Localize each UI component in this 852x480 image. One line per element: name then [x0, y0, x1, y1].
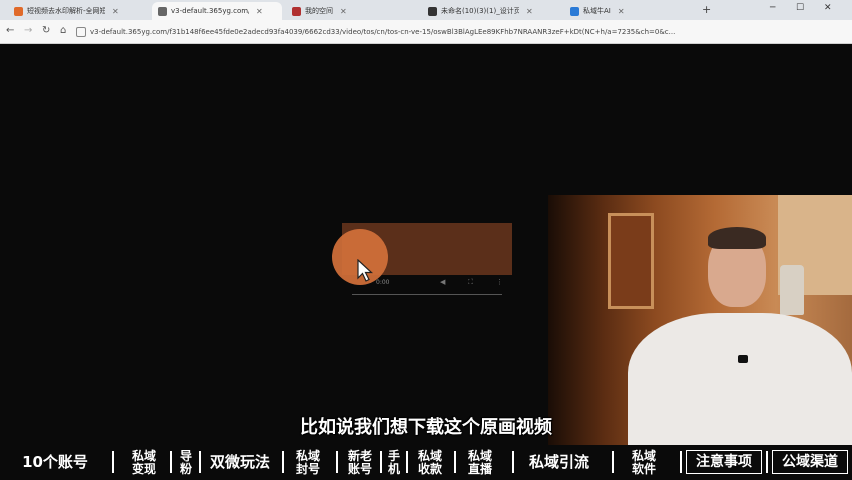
menu-label-line: 手: [387, 448, 400, 463]
favicon-icon: [428, 6, 437, 16]
address-bar: ← → ↻ ⌂ v3-default.365yg.com/f31b148f6ee…: [0, 20, 852, 44]
menu-divider: [454, 451, 456, 473]
menu-divider: [112, 451, 114, 473]
tab-video-parser[interactable]: 短视频去水印解析-全网短视频 ✕: [8, 2, 148, 20]
tab-title: 私域牛AI: [583, 7, 611, 15]
close-window-icon[interactable]: ✕: [824, 3, 832, 13]
close-tab-icon[interactable]: ✕: [340, 7, 347, 16]
tab-design[interactable]: 未命名(10)(3)(1)_设计页 - 稿定 ✕: [422, 2, 560, 20]
fullscreen-icon[interactable]: ⛶: [468, 278, 473, 287]
tab-title: v3-default.365yg.com/f31b: [171, 7, 249, 15]
menu-label-line: 导: [179, 448, 192, 463]
favicon-icon: [570, 6, 579, 16]
background-shelf: [608, 213, 654, 309]
lapel-mic-icon: [738, 355, 748, 363]
tab-private-ai[interactable]: 私域牛AI ✕: [564, 2, 694, 20]
menu-label-line: 机: [387, 461, 400, 476]
close-tab-icon[interactable]: ✕: [112, 7, 119, 16]
menu-label-line: 账号: [347, 461, 372, 476]
menu-label-line: 收款: [417, 461, 442, 476]
menu-label-line: 私域: [295, 448, 320, 463]
menu-divider: [199, 451, 201, 473]
menu-public-channel[interactable]: 公域渠道: [772, 450, 848, 474]
menu-label-line: 私域: [417, 448, 442, 463]
new-tab-button[interactable]: +: [702, 3, 711, 16]
menu-dual-wechat[interactable]: 双微玩法: [202, 445, 278, 480]
menu-divider: [406, 451, 408, 473]
tab-my-space[interactable]: 我的空间 ✕: [286, 2, 414, 20]
browser-tab-bar: 短视频去水印解析-全网短视频 ✕ v3-default.365yg.com/f3…: [0, 0, 852, 20]
menu-divider: [170, 451, 172, 473]
menu-divider: [612, 451, 614, 473]
menu-divider: [512, 451, 514, 473]
menu-private-traffic[interactable]: 私域引流: [518, 445, 600, 480]
menu-divider: [380, 451, 382, 473]
menu-divert[interactable]: 导 粉: [174, 445, 198, 480]
favicon-icon: [292, 6, 301, 16]
maximize-icon[interactable]: ☐: [796, 3, 804, 13]
url-field[interactable]: v3-default.365yg.com/f31b148f6ee45fde0e2…: [76, 24, 776, 40]
close-tab-icon[interactable]: ✕: [256, 7, 263, 16]
url-text: v3-default.365yg.com/f31b148f6ee45fde0e2…: [90, 28, 676, 36]
menu-phone[interactable]: 手 机: [383, 445, 405, 480]
menu-new-old-accounts[interactable]: 新老 账号: [342, 445, 378, 480]
menu-private-live[interactable]: 私域 直播: [460, 445, 500, 480]
menu-label-line: 新老: [347, 448, 372, 463]
video-progress-bar[interactable]: [352, 294, 502, 295]
presenter-webcam: [548, 195, 852, 450]
menu-divider: [766, 451, 768, 473]
menu-divider: [680, 451, 682, 473]
topic-menu-bar: 10个账号 私域 变现 导 粉 双微玩法 私域 封号 新老 账号 手 机 私域 …: [0, 445, 852, 480]
site-info-icon[interactable]: [76, 27, 86, 37]
tab-title: 我的空间: [305, 7, 333, 15]
menu-label-line: 私域: [631, 448, 656, 463]
forward-arrow-icon[interactable]: →: [24, 25, 32, 36]
background-vase: [780, 265, 804, 315]
globe-icon: [158, 6, 167, 16]
back-arrow-icon[interactable]: ←: [6, 25, 14, 36]
menu-label-line: 软件: [631, 461, 656, 476]
reload-icon[interactable]: ↻: [42, 25, 50, 36]
menu-divider: [282, 451, 284, 473]
volume-icon[interactable]: ◀: [440, 278, 445, 286]
menu-label-line: 变现: [131, 461, 156, 476]
menu-label-line: 粉: [179, 461, 192, 476]
close-tab-icon[interactable]: ✕: [526, 7, 533, 16]
menu-label-line: 直播: [467, 461, 492, 476]
close-tab-icon[interactable]: ✕: [618, 7, 625, 16]
menu-private-payment[interactable]: 私域 收款: [410, 445, 450, 480]
tab-title: 未命名(10)(3)(1)_设计页 - 稿定: [441, 7, 519, 15]
menu-private-ban[interactable]: 私域 封号: [288, 445, 328, 480]
home-icon[interactable]: ⌂: [60, 25, 66, 36]
tab-title: 短视频去水印解析-全网短视频: [27, 7, 105, 15]
menu-accounts[interactable]: 10个账号: [16, 445, 94, 480]
tab-video-url[interactable]: v3-default.365yg.com/f31b ✕: [152, 2, 282, 20]
menu-label-line: 封号: [295, 461, 320, 476]
minimize-icon[interactable]: ─: [770, 3, 775, 13]
menu-private-software[interactable]: 私域 软件: [624, 445, 664, 480]
mouse-pointer-icon: [357, 259, 373, 282]
video-subtitle: 比如说我们想下载这个原画视频: [300, 417, 552, 438]
menu-private-monetize[interactable]: 私域 变现: [122, 445, 166, 480]
player-time: 0:00: [376, 278, 390, 286]
menu-label-line: 私域: [467, 448, 492, 463]
menu-divider: [336, 451, 338, 473]
presenter-hair: [708, 227, 766, 249]
favicon-icon: [14, 6, 23, 16]
menu-label-line: 私域: [131, 448, 156, 463]
menu-notes[interactable]: 注意事项: [686, 450, 762, 474]
more-options-icon[interactable]: ⋮: [496, 278, 503, 286]
